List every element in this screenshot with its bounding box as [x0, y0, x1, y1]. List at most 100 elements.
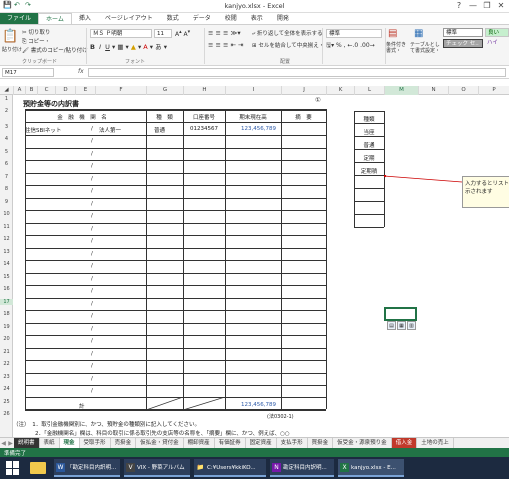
- wrap-text-button[interactable]: ⤶ 折り返して全体を表示する: [252, 29, 323, 38]
- align-top-icon[interactable]: ≡ ≡ ≡ ≫▾: [208, 29, 241, 37]
- font-name-select[interactable]: ＭＳ Ｐ明朝: [90, 29, 152, 38]
- taskbar-explorer[interactable]: 📁 C:¥Users¥kkiKO...: [194, 459, 266, 477]
- row-header[interactable]: 8: [0, 186, 13, 192]
- taskbar-word[interactable]: W 「勘定科目内訳明...: [54, 459, 120, 477]
- column-header[interactable]: J: [281, 86, 326, 95]
- column-header[interactable]: B: [25, 86, 37, 95]
- column-header[interactable]: O: [448, 86, 478, 95]
- type-list-item[interactable]: 定期積: [354, 167, 384, 175]
- sheet-tab[interactable]: 売掛金: [111, 438, 137, 448]
- sheet-tab[interactable]: 仮払金・貸付金: [136, 438, 184, 448]
- column-header[interactable]: I: [225, 86, 281, 95]
- tab-home[interactable]: ホーム: [38, 13, 72, 24]
- row-header[interactable]: 1: [0, 96, 13, 102]
- sheet-tab[interactable]: 棚卸資産: [184, 438, 215, 448]
- row-header[interactable]: 12: [0, 236, 13, 242]
- style-good[interactable]: 良い: [485, 28, 509, 37]
- font-style-buttons[interactable]: B I U ▾ ▦ ▾ ▲ ▾ A ▾ あ ▾: [90, 41, 167, 51]
- paste-icon[interactable]: 📋: [2, 29, 18, 44]
- row-header[interactable]: 19: [0, 324, 13, 330]
- row-header[interactable]: 16: [0, 286, 13, 292]
- row-header[interactable]: 17: [0, 299, 13, 305]
- copy-button[interactable]: ⎘ コピー・: [22, 37, 50, 46]
- column-header-selected[interactable]: M: [384, 86, 418, 95]
- sheet-tab[interactable]: 表紙: [40, 438, 60, 448]
- prev-sheet-icon[interactable]: ◀: [0, 440, 7, 447]
- tab-view[interactable]: 表示: [244, 13, 270, 24]
- type-list-item[interactable]: 当座: [354, 128, 384, 136]
- bank-name-cell[interactable]: 住信SBIネット: [25, 126, 61, 134]
- column-header[interactable]: P: [478, 86, 509, 95]
- row-header[interactable]: 3: [0, 124, 13, 130]
- row-header[interactable]: 6: [0, 161, 13, 167]
- column-header[interactable]: L: [354, 86, 384, 95]
- sheet-tab[interactable]: 土地の売上: [417, 438, 454, 448]
- format-painter-button[interactable]: 🖌 書式のコピー/貼り付け: [22, 46, 88, 54]
- row-header[interactable]: 20: [0, 336, 13, 342]
- row-header[interactable]: 10: [0, 211, 13, 217]
- paste-button[interactable]: 貼り付け: [2, 46, 22, 53]
- sheet-tab[interactable]: 支払手形: [277, 438, 308, 448]
- name-box[interactable]: M17: [2, 68, 54, 77]
- select-all-corner[interactable]: ◢: [0, 86, 13, 95]
- style-bad[interactable]: ハイ: [485, 39, 509, 48]
- table-format-icon[interactable]: ▦: [414, 28, 423, 39]
- conditional-format-button[interactable]: 条件付き書式・: [386, 42, 410, 54]
- column-header[interactable]: H: [183, 86, 225, 95]
- merge-center-button[interactable]: ⊞ セルを結合して中央揃え・: [252, 41, 324, 49]
- tab-formulas[interactable]: 数式: [160, 13, 186, 24]
- style-standard[interactable]: 標準: [443, 28, 483, 37]
- amount-cell[interactable]: 123,456,789: [241, 126, 276, 132]
- taskbar-excel[interactable]: Xkanjyo.xlsx - E...: [338, 459, 404, 477]
- next-sheet-icon[interactable]: ▶: [7, 440, 14, 447]
- conditional-format-icon[interactable]: ▤: [388, 28, 397, 39]
- worksheet-grid[interactable]: ① 預貯金等の内訳書 金 融 機 関 名 種 類 口座番号 期末現在高 摘 要 …: [13, 95, 509, 437]
- column-header[interactable]: N: [418, 86, 448, 95]
- row-header[interactable]: 25: [0, 399, 13, 405]
- taskbar-onenote[interactable]: N 勘定科目内訳明...: [270, 459, 334, 477]
- row-header[interactable]: 22: [0, 361, 13, 367]
- sheet-tab[interactable]: 固定資産: [246, 438, 277, 448]
- restore-button[interactable]: ❐: [481, 1, 493, 11]
- minimize-button[interactable]: —: [467, 1, 479, 11]
- sheet-tab[interactable]: 仮受金・源泉預り金: [333, 438, 392, 448]
- tab-insert[interactable]: 挿入: [72, 13, 98, 24]
- column-header[interactable]: D: [55, 86, 75, 95]
- table-format-button[interactable]: テーブルとして書式設定・: [410, 42, 440, 54]
- row-header[interactable]: 2: [0, 108, 13, 114]
- number-format-buttons[interactable]: 🖫▾ % , ←.0 .00→: [326, 41, 375, 51]
- row-header[interactable]: 21: [0, 349, 13, 355]
- type-list-item[interactable]: 定期: [354, 154, 384, 162]
- sheet-tab[interactable]: 買掛金: [308, 438, 334, 448]
- help-icon[interactable]: ?: [453, 1, 465, 11]
- fx-icon[interactable]: fx: [78, 68, 84, 75]
- column-header[interactable]: C: [37, 86, 55, 95]
- tab-data[interactable]: データ: [186, 13, 218, 24]
- row-header[interactable]: 4: [0, 136, 13, 142]
- column-header[interactable]: A: [13, 86, 25, 95]
- row-header[interactable]: 13: [0, 249, 13, 255]
- account-cell[interactable]: 01234567: [190, 126, 218, 132]
- branch-cell[interactable]: 法人第一: [99, 126, 121, 134]
- tab-developer[interactable]: 開発: [270, 13, 296, 24]
- close-button[interactable]: ✕: [495, 1, 507, 11]
- font-grow-icon[interactable]: A▴ A▾: [175, 29, 190, 38]
- column-header[interactable]: E: [75, 86, 95, 95]
- tab-file[interactable]: ファイル: [0, 13, 39, 24]
- file-explorer-icon[interactable]: [30, 462, 46, 474]
- control-icon-3[interactable]: ▥: [407, 321, 416, 330]
- column-header[interactable]: G: [146, 86, 183, 95]
- tab-page-layout[interactable]: ページレイアウト: [98, 13, 160, 24]
- column-header[interactable]: F: [95, 86, 146, 95]
- active-cell-selection[interactable]: [384, 307, 417, 321]
- column-header[interactable]: K: [326, 86, 354, 95]
- row-header[interactable]: 14: [0, 261, 13, 267]
- sheet-tab-active[interactable]: 現金: [59, 438, 80, 448]
- row-header[interactable]: 5: [0, 149, 13, 155]
- type-cell[interactable]: 普通: [154, 126, 165, 134]
- windows-start-icon[interactable]: [6, 461, 20, 475]
- taskbar-vix[interactable]: V VIX - 野菜アルバム: [124, 459, 190, 477]
- sheet-tab[interactable]: 有価証券: [215, 438, 246, 448]
- row-header[interactable]: 23: [0, 374, 13, 380]
- number-format-select[interactable]: 標準: [326, 29, 382, 38]
